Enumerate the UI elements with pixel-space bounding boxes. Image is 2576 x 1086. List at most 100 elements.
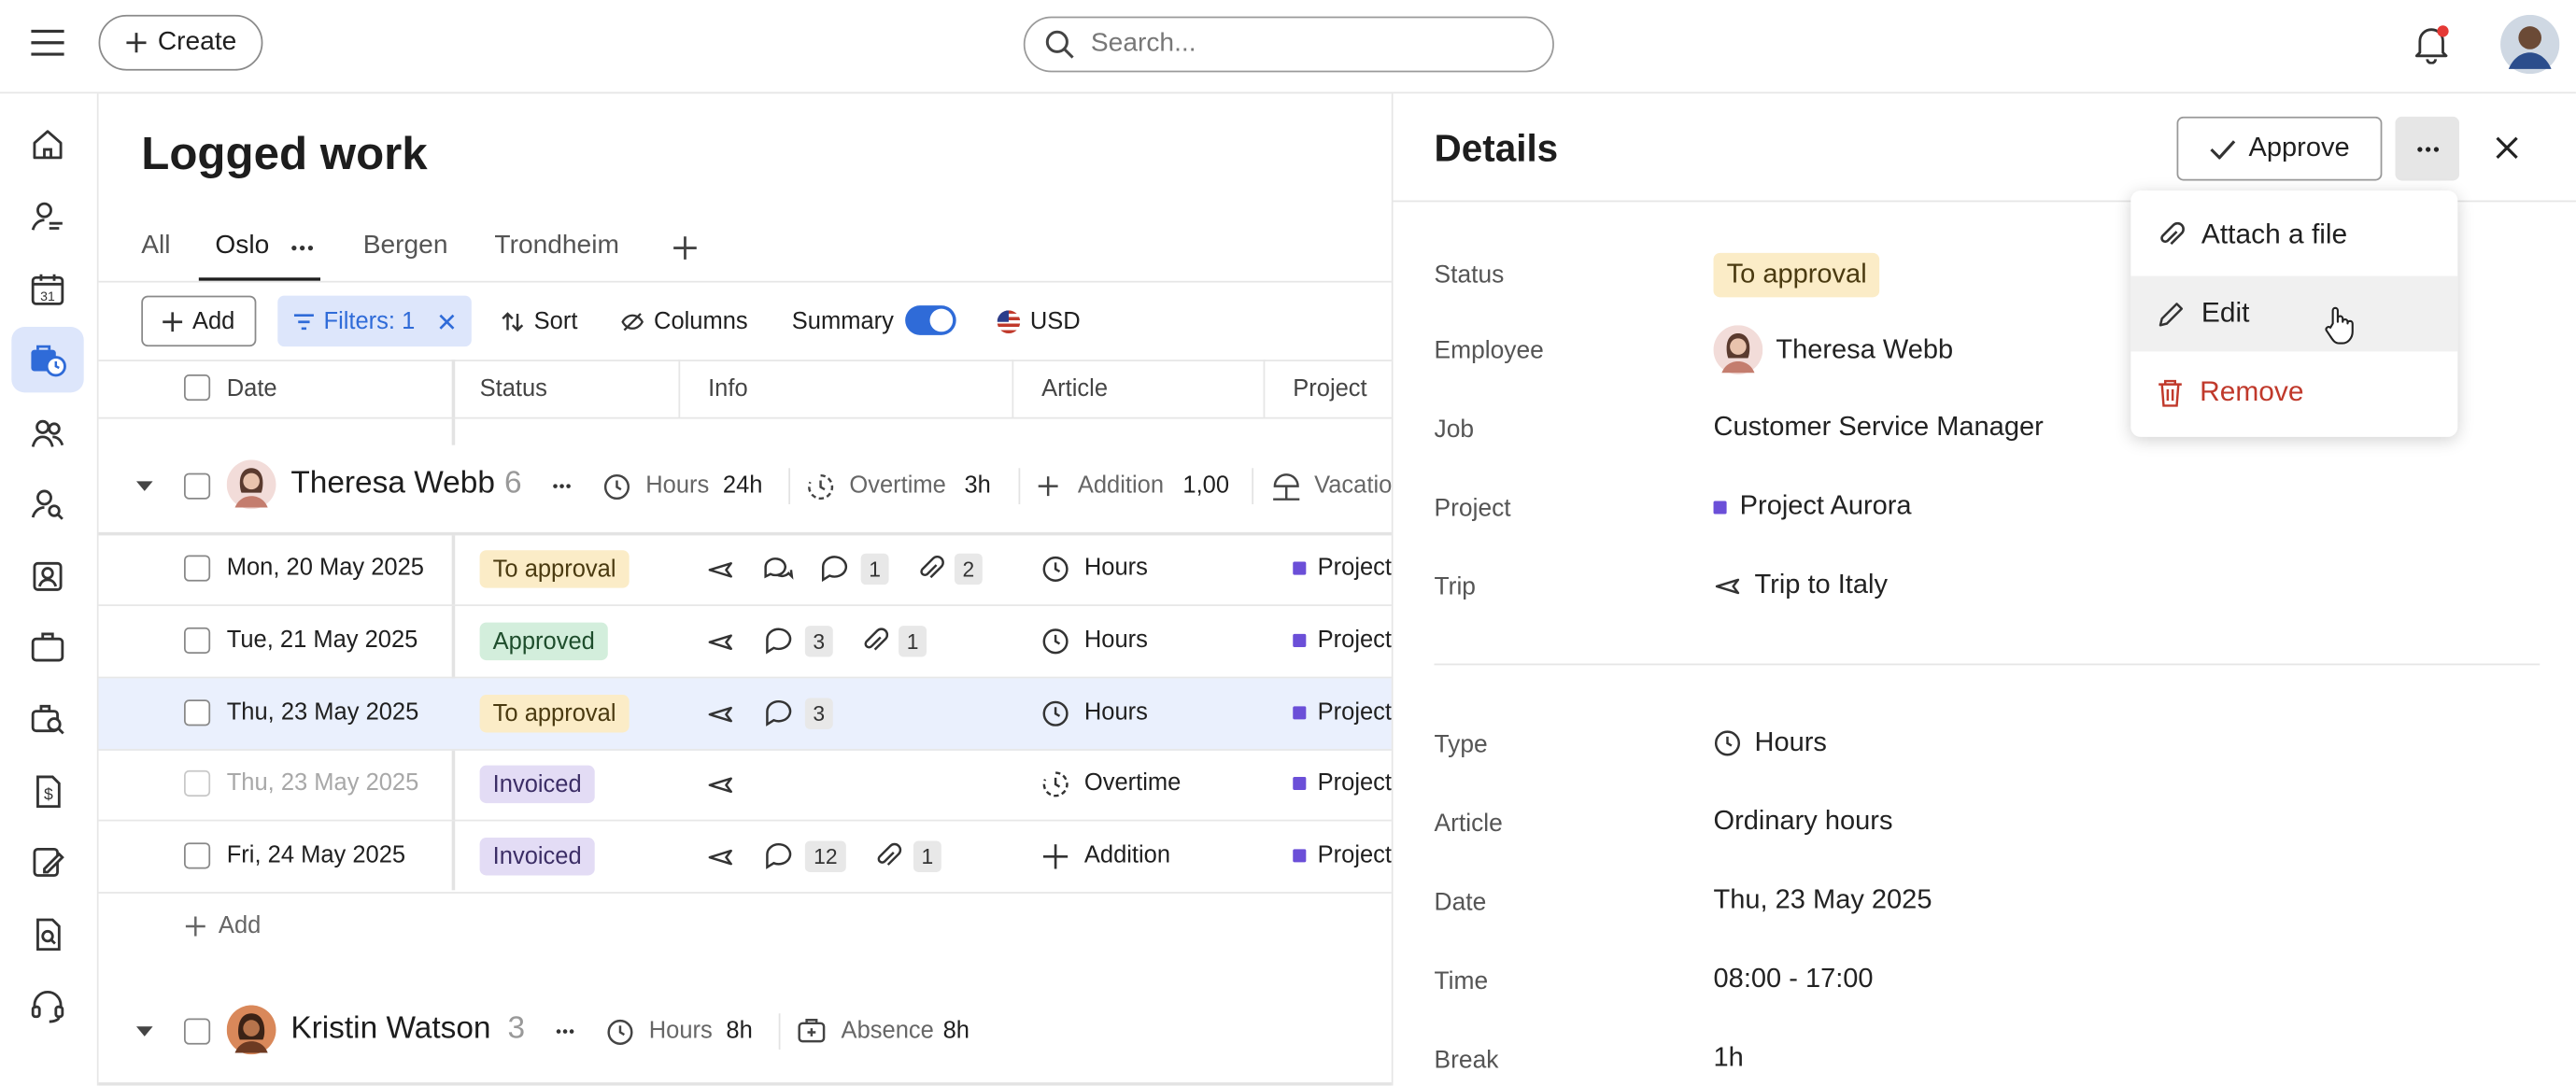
plus-icon bbox=[185, 916, 205, 937]
group-name[interactable]: Kristin Watson bbox=[290, 1011, 490, 1048]
plane-icon bbox=[706, 699, 734, 727]
briefcase-icon[interactable] bbox=[11, 614, 83, 680]
add-row-button[interactable]: Add bbox=[185, 913, 261, 939]
clear-filter-icon[interactable] bbox=[438, 313, 455, 330]
user-search-icon[interactable] bbox=[11, 472, 83, 537]
trip-value[interactable]: Trip to Italy bbox=[1714, 570, 1888, 600]
sort-label: Sort bbox=[533, 307, 578, 334]
calendar-icon[interactable]: 31 bbox=[11, 256, 83, 321]
plus-icon bbox=[1042, 844, 1069, 869]
menu-item-edit[interactable]: Edit bbox=[2130, 275, 2458, 352]
status-badge: To approval bbox=[479, 550, 630, 588]
add-tab-icon[interactable] bbox=[672, 235, 698, 261]
hamburger-menu-icon[interactable] bbox=[30, 28, 66, 58]
toggle-knob bbox=[929, 308, 954, 332]
columns-label: Columns bbox=[654, 307, 748, 334]
currency-selector[interactable]: USD bbox=[997, 296, 1081, 347]
menu-item-remove[interactable]: Remove bbox=[2130, 355, 2457, 430]
plus-icon bbox=[163, 311, 183, 331]
row-checkbox[interactable] bbox=[183, 699, 211, 726]
overtime-clock-icon bbox=[807, 473, 835, 501]
absence-value: 8h bbox=[942, 1018, 970, 1045]
people-icon[interactable] bbox=[11, 401, 83, 466]
edit-document-icon[interactable] bbox=[11, 829, 83, 895]
status-badge: Invoiced bbox=[479, 765, 595, 804]
contact-card-icon[interactable] bbox=[11, 543, 83, 609]
sort-button[interactable]: Sort bbox=[501, 296, 577, 347]
add-button[interactable]: Add bbox=[141, 295, 257, 347]
comment-icon bbox=[764, 698, 795, 728]
collapse-caret-icon[interactable] bbox=[134, 1025, 154, 1038]
tab-bergen[interactable]: Bergen bbox=[363, 232, 448, 261]
invoice-icon[interactable]: $ bbox=[11, 759, 83, 825]
search-input[interactable] bbox=[1087, 27, 1506, 62]
top-bar: Create bbox=[0, 0, 2576, 94]
columns-button[interactable]: Columns bbox=[621, 296, 748, 347]
table-row[interactable]: Fri, 24 May 2025 Invoiced 12 1 Addition … bbox=[98, 821, 1394, 894]
tab-trondheim[interactable]: Trondheim bbox=[494, 232, 618, 261]
add-label: Add bbox=[191, 307, 235, 334]
employee-field-label: Employee bbox=[1434, 336, 1544, 365]
project-value[interactable]: Project Aurora bbox=[1713, 491, 1912, 522]
column-header-info[interactable]: Info bbox=[708, 376, 748, 402]
column-header-date[interactable]: Date bbox=[227, 376, 277, 402]
close-icon[interactable] bbox=[2494, 134, 2520, 161]
user-avatar[interactable] bbox=[2500, 14, 2560, 75]
table-row[interactable]: Mon, 20 May 2025 To approval 1 2 Hours P… bbox=[98, 534, 1394, 607]
group-more-icon[interactable] bbox=[552, 483, 572, 489]
group-checkbox[interactable] bbox=[183, 472, 211, 500]
project-color-dot bbox=[1293, 561, 1307, 575]
group-more-icon[interactable] bbox=[556, 1028, 575, 1035]
logged-work-icon[interactable] bbox=[11, 327, 84, 393]
job-search-icon[interactable] bbox=[11, 686, 83, 752]
menu-item-attach-file[interactable]: Attach a file bbox=[2130, 197, 2457, 273]
tab-all[interactable]: All bbox=[141, 232, 170, 261]
row-checkbox[interactable] bbox=[183, 555, 211, 582]
collapse-caret-icon[interactable] bbox=[134, 480, 154, 493]
hours-label: Hours bbox=[645, 472, 710, 500]
row-article: Overtime bbox=[1083, 769, 1182, 797]
status-badge: To approval bbox=[479, 695, 630, 733]
summary-toggle[interactable] bbox=[905, 305, 956, 335]
document-search-icon[interactable] bbox=[11, 902, 83, 967]
more-horizontal-icon bbox=[2415, 146, 2439, 152]
row-article: Hours bbox=[1083, 627, 1148, 655]
summary-divider bbox=[1018, 468, 1021, 504]
filters-chip[interactable]: Filters: 1 bbox=[277, 295, 472, 347]
row-project: Project bbox=[1317, 842, 1393, 869]
row-date: Mon, 20 May 2025 bbox=[226, 555, 424, 582]
home-icon[interactable] bbox=[11, 112, 83, 177]
table-row[interactable]: Thu, 23 May 2025 Invoiced Overtime Proje… bbox=[98, 749, 1394, 822]
employee-value[interactable]: Theresa Webb bbox=[1713, 325, 1953, 375]
create-button[interactable]: Create bbox=[98, 14, 263, 71]
type-field-label: Type bbox=[1434, 730, 1488, 759]
approve-label: Approve bbox=[2248, 133, 2350, 163]
column-header-status[interactable]: Status bbox=[480, 376, 547, 402]
more-actions-button[interactable] bbox=[2395, 116, 2460, 181]
row-checkbox[interactable] bbox=[183, 627, 211, 655]
tab-oslo[interactable]: Oslo bbox=[215, 232, 269, 261]
table-row[interactable]: Tue, 21 May 2025 Approved 3 1 Hours Proj… bbox=[98, 606, 1394, 679]
status-badge: Invoiced bbox=[479, 838, 595, 876]
status-badge: Approved bbox=[479, 622, 608, 661]
search-box[interactable] bbox=[1023, 16, 1554, 73]
column-header-project[interactable]: Project bbox=[1293, 376, 1366, 402]
table-row-selected[interactable]: Thu, 23 May 2025 To approval 3 Hours Pro… bbox=[98, 678, 1394, 751]
payroll-user-icon[interactable] bbox=[11, 184, 83, 249]
select-all-checkbox[interactable] bbox=[183, 374, 211, 402]
approve-button[interactable]: Approve bbox=[2176, 116, 2383, 181]
summary-divider bbox=[1252, 468, 1254, 504]
type-text: Hours bbox=[1754, 727, 1827, 757]
group-checkbox[interactable] bbox=[183, 1018, 211, 1045]
plane-icon bbox=[1714, 571, 1742, 599]
addition-value: 1,00 bbox=[1182, 472, 1230, 500]
notification-bell-icon[interactable] bbox=[2413, 24, 2450, 64]
column-divider bbox=[1263, 360, 1266, 419]
summary-divider bbox=[788, 468, 791, 504]
support-icon[interactable] bbox=[11, 972, 83, 1037]
row-checkbox[interactable] bbox=[183, 842, 211, 869]
group-name[interactable]: Theresa Webb bbox=[290, 467, 495, 503]
column-header-article[interactable]: Article bbox=[1041, 376, 1108, 402]
article-value: Ordinary hours bbox=[1713, 806, 1893, 837]
tab-more-icon[interactable] bbox=[290, 245, 314, 251]
